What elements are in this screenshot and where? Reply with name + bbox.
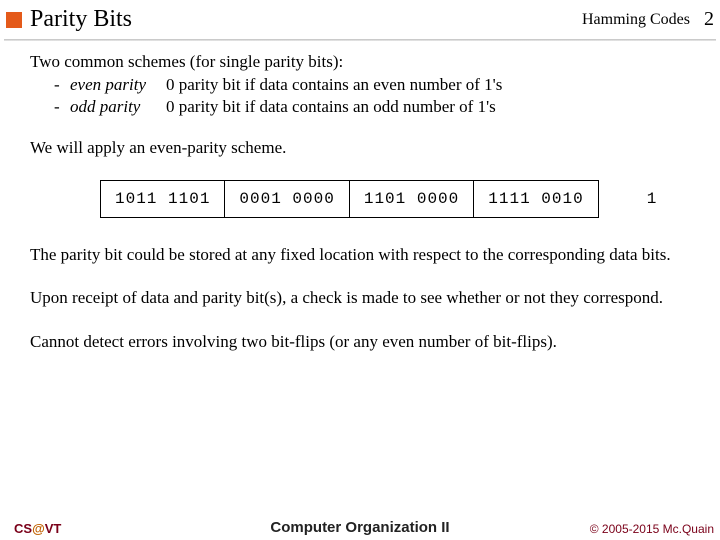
storage-paragraph: The parity bit could be stored at any fi…	[30, 244, 700, 265]
bullet-dash: -	[54, 74, 70, 95]
receipt-paragraph: Upon receipt of data and parity bit(s), …	[30, 287, 700, 308]
footer-left-post: VT	[45, 521, 62, 536]
footer-left-pre: CS	[14, 521, 32, 536]
bits-cell: 0001 0000	[225, 180, 349, 218]
slide-title: Parity Bits	[30, 6, 582, 33]
bits-cell: 1111 0010	[474, 180, 598, 218]
footer-course: Computer Organization II	[270, 519, 449, 536]
scheme-desc: 0 parity bit if data contains an odd num…	[166, 96, 700, 117]
footer-affiliation: CS@VT	[14, 521, 61, 536]
scheme-row-odd: - odd parity 0 parity bit if data contai…	[54, 96, 700, 117]
accent-square-icon	[6, 12, 22, 28]
slide-footer: CS@VT Computer Organization II © 2005-20…	[0, 521, 720, 540]
bits-cell: 1011 1101	[100, 180, 225, 218]
scheme-name: even parity	[70, 74, 166, 95]
apply-paragraph: We will apply an even-parity scheme.	[30, 137, 700, 158]
scheme-name: odd parity	[70, 96, 166, 117]
page-number: 2	[704, 8, 714, 31]
parity-output: 1	[647, 189, 657, 209]
slide-header: Parity Bits Hamming Codes 2	[0, 0, 720, 33]
slide: Parity Bits Hamming Codes 2 Two common s…	[0, 0, 720, 540]
scheme-desc: 0 parity bit if data contains an even nu…	[166, 74, 700, 95]
footer-copyright: © 2005-2015 Mc.Quain	[590, 522, 714, 536]
bits-row: 1011 1101 0001 0000 1101 0000 1111 0010 …	[100, 180, 700, 218]
limitation-paragraph: Cannot detect errors involving two bit-f…	[30, 331, 700, 352]
slide-body: Two common schemes (for single parity bi…	[0, 41, 720, 521]
topic-label: Hamming Codes	[582, 11, 690, 29]
scheme-row-even: - even parity 0 parity bit if data conta…	[54, 74, 700, 95]
schemes-block: Two common schemes (for single parity bi…	[30, 51, 700, 117]
schemes-intro: Two common schemes (for single parity bi…	[30, 51, 700, 72]
bullet-dash: -	[54, 96, 70, 117]
bits-cell: 1101 0000	[350, 180, 474, 218]
footer-at: @	[32, 521, 45, 536]
